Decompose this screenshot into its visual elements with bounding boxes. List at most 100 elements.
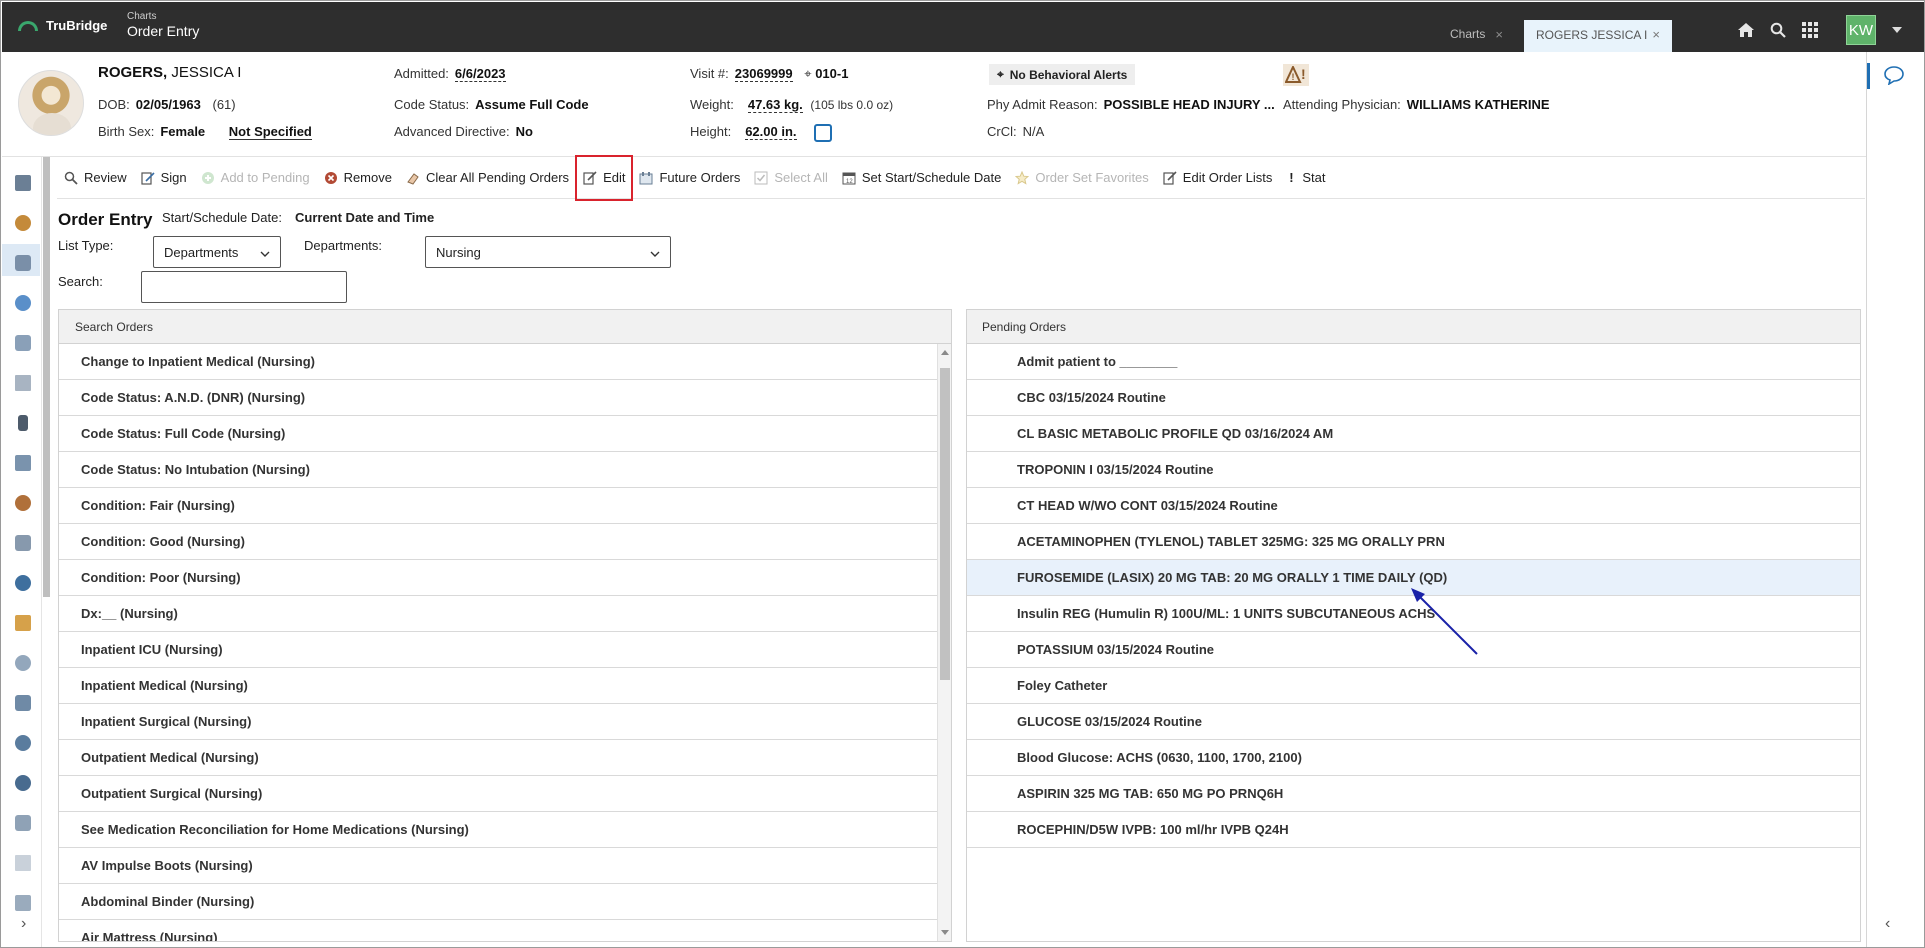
report-icon[interactable] bbox=[15, 855, 31, 871]
search-order-row[interactable]: Condition: Good (Nursing) bbox=[59, 524, 939, 560]
user-menu-caret-icon[interactable] bbox=[1892, 27, 1902, 33]
review-button[interactable]: Review bbox=[57, 163, 134, 193]
code-status-label: Code Status: bbox=[394, 97, 470, 112]
globe-icon[interactable] bbox=[15, 295, 31, 311]
collapse-right-chevron-icon[interactable]: ‹ bbox=[1885, 915, 1890, 933]
search-order-row[interactable]: Change to Inpatient Medical (Nursing) bbox=[59, 344, 939, 380]
search-order-row[interactable]: Condition: Fair (Nursing) bbox=[59, 488, 939, 524]
future-orders-button[interactable]: Future Orders bbox=[632, 163, 747, 193]
list-type-select[interactable]: Departments bbox=[153, 236, 281, 268]
order-set-favorites-button[interactable]: Order Set Favorites bbox=[1008, 163, 1155, 193]
gender-identity-link[interactable]: Not Specified bbox=[228, 124, 312, 140]
phone-icon[interactable] bbox=[18, 415, 28, 431]
left-nav-scrollbar[interactable] bbox=[43, 157, 50, 597]
stat-button[interactable]: ! Stat bbox=[1279, 163, 1332, 193]
search-icon[interactable] bbox=[1768, 20, 1788, 40]
tab-charts[interactable]: Charts × bbox=[1432, 20, 1513, 52]
birth-sex-label: Birth Sex: bbox=[98, 124, 155, 139]
pending-order-row[interactable]: CBC 03/15/2024 Routine bbox=[967, 380, 1860, 416]
add-to-pending-button[interactable]: Add to Pending bbox=[194, 163, 317, 193]
app-title: Charts Order Entry bbox=[127, 11, 199, 39]
remove-button[interactable]: Remove bbox=[317, 163, 399, 193]
pending-order-row[interactable]: ACETAMINOPHEN (TYLENOL) TABLET 325MG: 32… bbox=[967, 524, 1860, 560]
pending-order-row[interactable]: CT HEAD W/WO CONT 03/15/2024 Routine bbox=[967, 488, 1860, 524]
search-order-row[interactable]: Air Mattress (Nursing) bbox=[59, 920, 939, 941]
flask-icon[interactable] bbox=[15, 655, 31, 671]
pending-order-row[interactable]: TROPONIN I 03/15/2024 Routine bbox=[967, 452, 1860, 488]
pending-order-row[interactable]: ROCEPHIN/D5W IVPB: 100 ml/hr IVPB Q24H bbox=[967, 812, 1860, 848]
search-order-row[interactable]: Outpatient Surgical (Nursing) bbox=[59, 776, 939, 812]
height-link[interactable]: 62.00 in. bbox=[745, 124, 797, 141]
add-circle-icon bbox=[201, 171, 215, 185]
edit-order-lists-button[interactable]: Edit Order Lists bbox=[1156, 163, 1280, 193]
review-label: Review bbox=[84, 170, 127, 185]
clear-all-pending-button[interactable]: Clear All Pending Orders bbox=[399, 163, 576, 193]
set-start-label: Set Start/Schedule Date bbox=[861, 170, 1002, 185]
code-status-value: Assume Full Code bbox=[475, 97, 589, 112]
apps-grid-icon[interactable] bbox=[1800, 20, 1820, 40]
pending-order-row[interactable]: Admit patient to ________ bbox=[967, 344, 1860, 380]
tab-charts-close-icon[interactable]: × bbox=[1495, 27, 1503, 42]
schedule-date-value: Current Date and Time bbox=[295, 210, 435, 225]
orders-icon[interactable] bbox=[15, 255, 31, 271]
notes-icon[interactable] bbox=[15, 815, 31, 831]
pending-order-row[interactable]: Blood Glucose: ACHS (0630, 1100, 1700, 2… bbox=[967, 740, 1860, 776]
search-order-row[interactable]: Inpatient Medical (Nursing) bbox=[59, 668, 939, 704]
folder-icon[interactable] bbox=[15, 615, 31, 631]
summary-icon[interactable] bbox=[15, 175, 31, 191]
home-icon[interactable] bbox=[1736, 20, 1756, 40]
database-icon[interactable] bbox=[15, 455, 31, 471]
settings-icon[interactable] bbox=[15, 735, 31, 751]
departments-select[interactable]: Nursing bbox=[425, 236, 671, 268]
tab-patient[interactable]: ROGERS JESSICA I × bbox=[1524, 20, 1672, 52]
visit-link[interactable]: 23069999 bbox=[734, 66, 793, 82]
search-order-row[interactable]: Code Status: Full Code (Nursing) bbox=[59, 416, 939, 452]
person-icon[interactable] bbox=[15, 495, 31, 511]
allergy-warning[interactable]: !! bbox=[1283, 64, 1309, 87]
set-start-date-button[interactable]: 12 Set Start/Schedule Date bbox=[835, 163, 1008, 193]
pending-order-row[interactable]: CL BASIC METABOLIC PROFILE QD 03/16/2024… bbox=[967, 416, 1860, 452]
archive-icon[interactable] bbox=[15, 895, 31, 911]
search-order-row[interactable]: Outpatient Medical (Nursing) bbox=[59, 740, 939, 776]
edit-button[interactable]: Edit bbox=[575, 154, 634, 201]
expand-left-chevron-icon[interactable]: › bbox=[21, 915, 26, 933]
search-order-row[interactable]: Abdominal Binder (Nursing) bbox=[59, 884, 939, 920]
stethoscope-icon[interactable] bbox=[15, 775, 31, 791]
search-order-row[interactable]: Code Status: A.N.D. (DNR) (Nursing) bbox=[59, 380, 939, 416]
chat-icon[interactable] bbox=[1883, 65, 1905, 90]
pills-icon[interactable] bbox=[15, 335, 31, 351]
pending-order-row[interactable]: ASPIRIN 325 MG TAB: 650 MG PO PRNQ6H bbox=[967, 776, 1860, 812]
pending-orders-header: Pending Orders bbox=[967, 310, 1860, 344]
scroll-thumb[interactable] bbox=[940, 368, 950, 680]
weight-link[interactable]: 47.63 kg. bbox=[747, 97, 803, 113]
search-orders-scrollbar[interactable] bbox=[937, 344, 951, 941]
scroll-up-icon[interactable] bbox=[941, 350, 949, 355]
weight-alt-value: (105 lbs 0.0 oz) bbox=[810, 98, 894, 112]
search-order-row[interactable]: Code Status: No Intubation (Nursing) bbox=[59, 452, 939, 488]
syringe-icon[interactable] bbox=[15, 695, 31, 711]
search-order-row[interactable]: Inpatient Surgical (Nursing) bbox=[59, 704, 939, 740]
vitals-graph-icon[interactable] bbox=[814, 124, 833, 142]
document-icon[interactable] bbox=[15, 375, 31, 391]
scroll-down-icon[interactable] bbox=[941, 930, 949, 935]
search-order-row[interactable]: See Medication Reconciliation for Home M… bbox=[59, 812, 939, 848]
edit-order-lists-label: Edit Order Lists bbox=[1182, 170, 1273, 185]
chart-icon[interactable] bbox=[15, 535, 31, 551]
search-order-row[interactable]: AV Impulse Boots (Nursing) bbox=[59, 848, 939, 884]
height-label: Height: bbox=[690, 124, 732, 140]
pending-order-row[interactable]: GLUCOSE 03/15/2024 Routine bbox=[967, 704, 1860, 740]
search-order-row[interactable]: Dx:__ (Nursing) bbox=[59, 596, 939, 632]
pending-order-row[interactable]: Foley Catheter bbox=[967, 668, 1860, 704]
search-order-row[interactable]: Condition: Poor (Nursing) bbox=[59, 560, 939, 596]
clock-icon[interactable] bbox=[15, 215, 31, 231]
admitted-link[interactable]: 6/6/2023 bbox=[454, 66, 506, 82]
sign-button[interactable]: Sign bbox=[134, 163, 194, 193]
search-order-row[interactable]: Inpatient ICU (Nursing) bbox=[59, 632, 939, 668]
search-input[interactable] bbox=[141, 271, 347, 303]
trubridge-logo[interactable]: TruBridge bbox=[18, 18, 107, 33]
select-all-button[interactable]: Select All bbox=[747, 163, 834, 193]
behavioral-alert[interactable]: ⌖ No Behavioral Alerts bbox=[989, 64, 1136, 85]
tab-patient-close-icon[interactable]: × bbox=[1652, 27, 1660, 42]
network-icon[interactable] bbox=[15, 575, 31, 591]
user-avatar[interactable]: KW bbox=[1846, 15, 1876, 45]
